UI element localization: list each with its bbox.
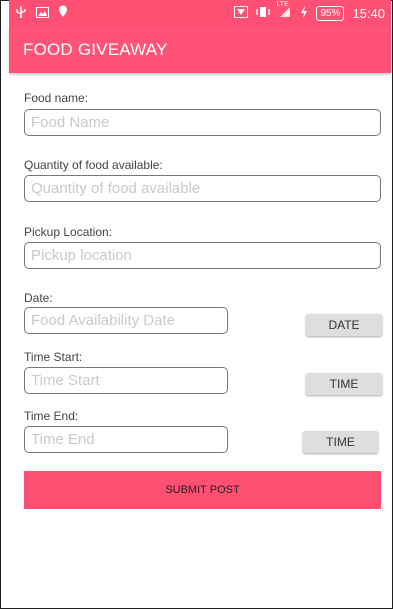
- network-label: LTE: [276, 1, 289, 8]
- signal-icon: LTE: [276, 1, 292, 21]
- food-name-input[interactable]: Food Name: [24, 109, 381, 136]
- pickup-location-label: Pickup Location:: [24, 225, 113, 239]
- quantity-label: Quantity of food available:: [24, 158, 163, 172]
- time-start-input[interactable]: Time Start: [24, 367, 228, 394]
- date-label: Date:: [24, 291, 53, 305]
- vibrate-icon: [256, 6, 271, 21]
- pickup-location-input[interactable]: Pickup location: [24, 242, 381, 269]
- location-icon: [58, 5, 68, 21]
- time-end-input[interactable]: Time End: [24, 426, 228, 453]
- photo-icon: [36, 6, 49, 21]
- status-time: 15:40: [352, 5, 385, 21]
- status-right: LTE 95% 15:40: [234, 1, 385, 21]
- usb-icon: [15, 5, 27, 21]
- submit-post-button[interactable]: SUBMIT POST: [24, 471, 381, 509]
- time-end-label: Time End:: [24, 409, 79, 423]
- time-start-button[interactable]: TIME: [306, 373, 382, 395]
- quantity-input[interactable]: Quantity of food available: [24, 175, 381, 202]
- wifi-icon: [234, 5, 249, 21]
- app-toolbar: FOOD GIVEAWAY: [9, 27, 391, 73]
- app-title: FOOD GIVEAWAY: [23, 40, 168, 59]
- date-button[interactable]: DATE: [306, 314, 382, 336]
- time-start-label: Time Start:: [24, 350, 83, 364]
- status-bar: LTE 95% 15:40: [9, 0, 391, 27]
- charging-icon: [300, 5, 308, 21]
- battery-indicator: 95%: [316, 5, 345, 21]
- status-left: [15, 5, 68, 21]
- food-name-label: Food name:: [24, 91, 89, 105]
- time-end-button[interactable]: TIME: [303, 431, 378, 453]
- date-input[interactable]: Food Availability Date: [24, 307, 228, 334]
